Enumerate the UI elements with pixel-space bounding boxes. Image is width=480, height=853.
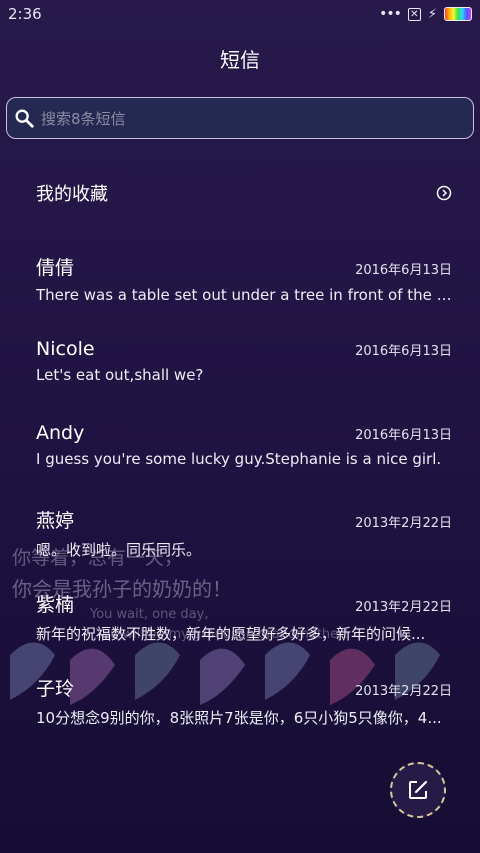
list-item[interactable]: 燕婷 2013年2月22日 嗯。收到啦。同乐同乐。: [36, 506, 452, 560]
message-preview: There was a table set out under a tree i…: [36, 286, 452, 304]
message-date: 2013年2月22日: [355, 516, 452, 531]
message-preview: Let's eat out,shall we?: [36, 366, 204, 384]
contact-name: 燕婷: [36, 510, 75, 532]
favorites-label: 我的收藏: [36, 184, 108, 205]
contact-name: 紫楠: [36, 594, 75, 616]
list-item[interactable]: Nicole 2016年6月13日 Let's eat out,shall we…: [36, 338, 452, 384]
message-date: 2016年6月13日: [355, 263, 452, 278]
search-placeholder: 搜索8条短信: [41, 109, 126, 128]
message-date: 2013年2月22日: [355, 600, 452, 615]
contact-name: Nicole: [36, 338, 95, 360]
message-preview: 嗯。收到啦。同乐同乐。: [36, 541, 202, 559]
contact-name: 倩倩: [36, 257, 75, 279]
more-dots-icon: •••: [379, 6, 402, 22]
contact-name: Andy: [36, 422, 85, 444]
charging-bolt-icon: ⚡: [427, 6, 437, 22]
search-icon: [15, 109, 34, 128]
message-date: 2016年6月13日: [355, 344, 452, 359]
search-input[interactable]: 搜索8条短信: [6, 97, 474, 139]
list-item[interactable]: Andy 2016年6月13日 I guess you're some luck…: [36, 422, 452, 468]
battery-icon: [444, 7, 472, 21]
status-icons: ••• ✕ ⚡: [379, 6, 472, 22]
compose-button[interactable]: [390, 762, 446, 818]
status-bar: 2:36 ••• ✕ ⚡: [0, 0, 480, 28]
message-preview: I guess you're some lucky guy.Stephanie …: [36, 450, 442, 468]
sim-x-icon: ✕: [407, 7, 421, 21]
message-preview: 10分想念9别的你，8张照片7张是你，6只小狗5只像你，4...: [36, 709, 442, 727]
message-preview: 新年的祝福数不胜数，新年的愿望好多好多，新年的问候...: [36, 625, 426, 643]
message-date: 2013年2月22日: [355, 684, 452, 699]
status-time: 2:36: [8, 5, 42, 23]
contact-name: 子玲: [36, 678, 75, 700]
list-item[interactable]: 倩倩 2016年6月13日 There was a table set out …: [36, 253, 452, 304]
list-item[interactable]: 紫楠 2013年2月22日 新年的祝福数不胜数，新年的愿望好多好多，新年的问候.…: [36, 590, 452, 644]
compose-icon: [409, 780, 428, 799]
message-date: 2016年6月13日: [355, 428, 452, 443]
list-item[interactable]: 子玲 2013年2月22日 10分想念9别的你，8张照片7张是你，6只小狗5只像…: [36, 674, 452, 728]
favorites-row[interactable]: 我的收藏: [36, 178, 452, 208]
chevron-right-icon: [436, 185, 452, 201]
page-title: 短信: [220, 48, 260, 72]
